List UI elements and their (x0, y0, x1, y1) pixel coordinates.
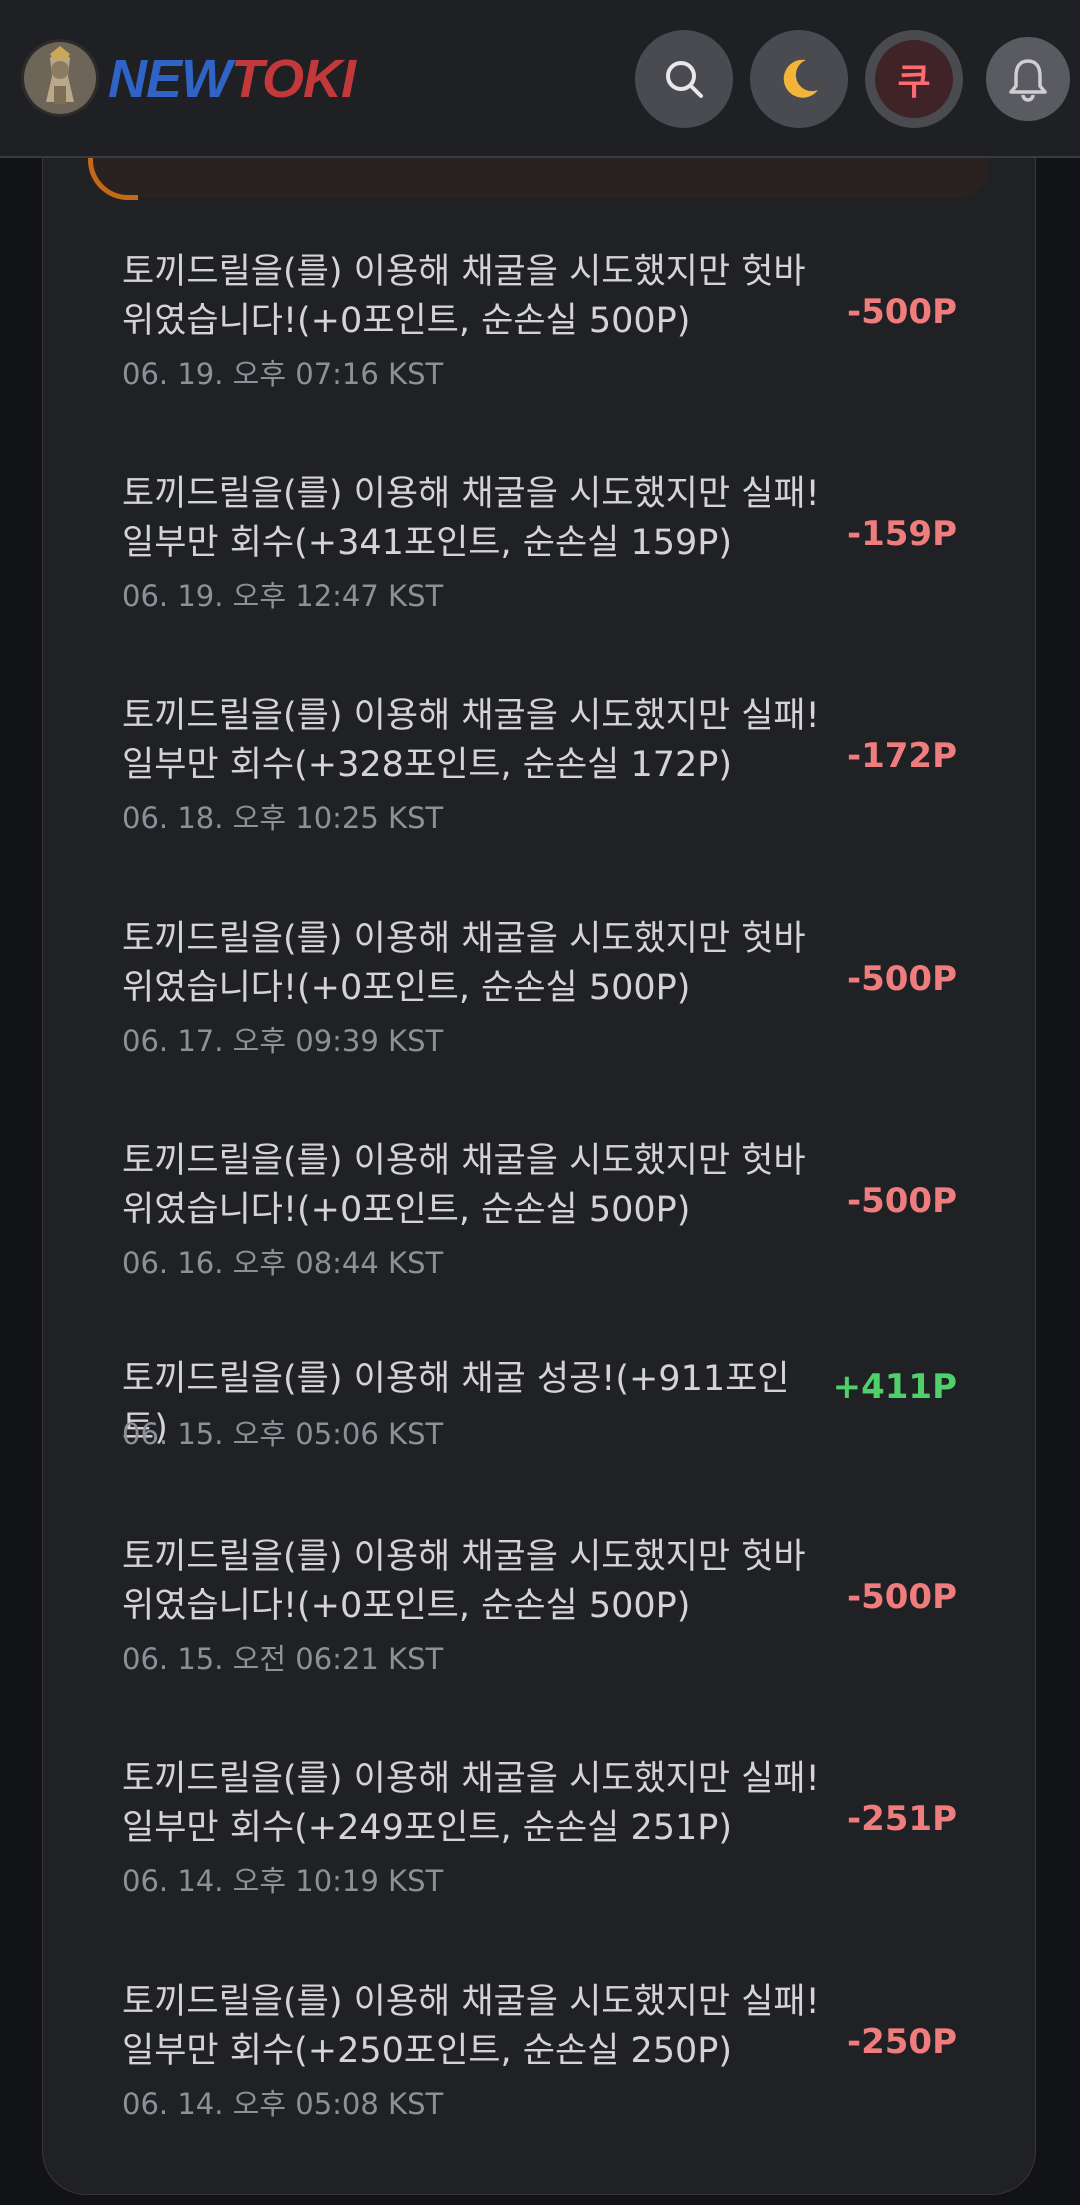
site-logo[interactable]: NEWTOKI (108, 44, 356, 114)
history-timestamp: 06. 15. 오후 05:06 KST (122, 1417, 444, 1451)
bell-icon (1009, 59, 1047, 102)
search-button[interactable] (635, 30, 733, 128)
history-amount: -250P (846, 2022, 957, 2062)
search-icon (666, 61, 703, 98)
history-item: 토끼드릴을(를) 이용해 채굴을 시도했지만 헛바위였습니다!(+0포인트, 순… (122, 915, 982, 1065)
logo-part-toki: TOKI (230, 49, 356, 109)
quest-label: 쿠 (897, 62, 931, 103)
quest-button[interactable]: 쿠 (865, 30, 963, 128)
history-item: 토끼드릴을(를) 이용해 채굴을 시도했지만 헛바위였습니다!(+0포인트, 순… (122, 1137, 982, 1287)
history-description: 토끼드릴을(를) 이용해 채굴을 시도했지만 실패! 일부만 회수(+250포인… (122, 1982, 820, 2071)
history-amount: -500P (846, 292, 957, 332)
moon-icon (783, 59, 818, 98)
history-amount: -500P (846, 1577, 957, 1617)
quest-icon: 쿠 (875, 40, 953, 118)
history-description: 토끼드릴을(를) 이용해 채굴을 시도했지만 헛바위였습니다!(+0포인트, 순… (122, 1537, 806, 1626)
history-item: 토끼드릴을(를) 이용해 채굴을 시도했지만 헛바위였습니다!(+0포인트, 순… (122, 1533, 982, 1683)
history-amount: +411P (832, 1367, 957, 1407)
history-timestamp: 06. 19. 오후 07:16 KST (122, 357, 444, 391)
notification-button[interactable] (986, 37, 1070, 121)
history-item: 토끼드릴을(를) 이용해 채굴을 시도했지만 실패! 일부만 회수(+250포인… (122, 1978, 982, 2128)
history-item: 토끼드릴을(를) 이용해 채굴을 시도했지만 실패! 일부만 회수(+328포인… (122, 692, 982, 842)
history-description: 토끼드릴을(를) 이용해 채굴을 시도했지만 헛바위였습니다!(+0포인트, 순… (122, 252, 806, 341)
history-description: 토끼드릴을(를) 이용해 채굴을 시도했지만 실패! 일부만 회수(+249포인… (122, 1759, 820, 1848)
history-amount: -159P (846, 514, 957, 554)
logo-part-new: NEW (108, 49, 232, 109)
history-timestamp: 06. 15. 오전 06:21 KST (122, 1642, 444, 1676)
history-item: 토끼드릴을(를) 이용해 채굴을 시도했지만 실패! 일부만 회수(+249포인… (122, 1755, 982, 1905)
history-timestamp: 06. 14. 오후 05:08 KST (122, 2087, 444, 2121)
history-amount: -500P (846, 1181, 957, 1221)
top-header: NEWTOKI 쿠 (0, 0, 1080, 158)
history-timestamp: 06. 17. 오후 09:39 KST (122, 1024, 444, 1058)
history-item: 토끼드릴을(를) 이용해 채굴 성공!(+911포인트) 06. 15. 오후 0… (122, 1355, 982, 1455)
history-description: 토끼드릴을(를) 이용해 채굴을 시도했지만 헛바위였습니다!(+0포인트, 순… (122, 1141, 806, 1230)
history-timestamp: 06. 19. 오후 12:47 KST (122, 579, 444, 613)
history-timestamp: 06. 18. 오후 10:25 KST (122, 801, 444, 835)
history-timestamp: 06. 16. 오후 08:44 KST (122, 1246, 444, 1280)
history-timestamp: 06. 14. 오후 10:19 KST (122, 1864, 444, 1898)
history-item: 토끼드릴을(를) 이용해 채굴을 시도했지만 헛바위였습니다!(+0포인트, 순… (122, 248, 982, 398)
history-amount: -251P (846, 1799, 957, 1839)
history-description: 토끼드릴을(를) 이용해 채굴을 시도했지만 실패! 일부만 회수(+328포인… (122, 696, 820, 785)
history-amount: -172P (846, 736, 957, 776)
history-item: 토끼드릴을(를) 이용해 채굴을 시도했지만 실패! 일부만 회수(+341포인… (122, 470, 982, 620)
history-description: 토끼드릴을(를) 이용해 채굴을 시도했지만 헛바위였습니다!(+0포인트, 순… (122, 919, 806, 1008)
dark-mode-toggle[interactable] (750, 30, 848, 128)
history-amount: -500P (846, 959, 957, 999)
profile-avatar[interactable] (24, 42, 96, 114)
avatar-image (24, 42, 96, 114)
history-description: 토끼드릴을(를) 이용해 채굴을 시도했지만 실패! 일부만 회수(+341포인… (122, 474, 820, 563)
